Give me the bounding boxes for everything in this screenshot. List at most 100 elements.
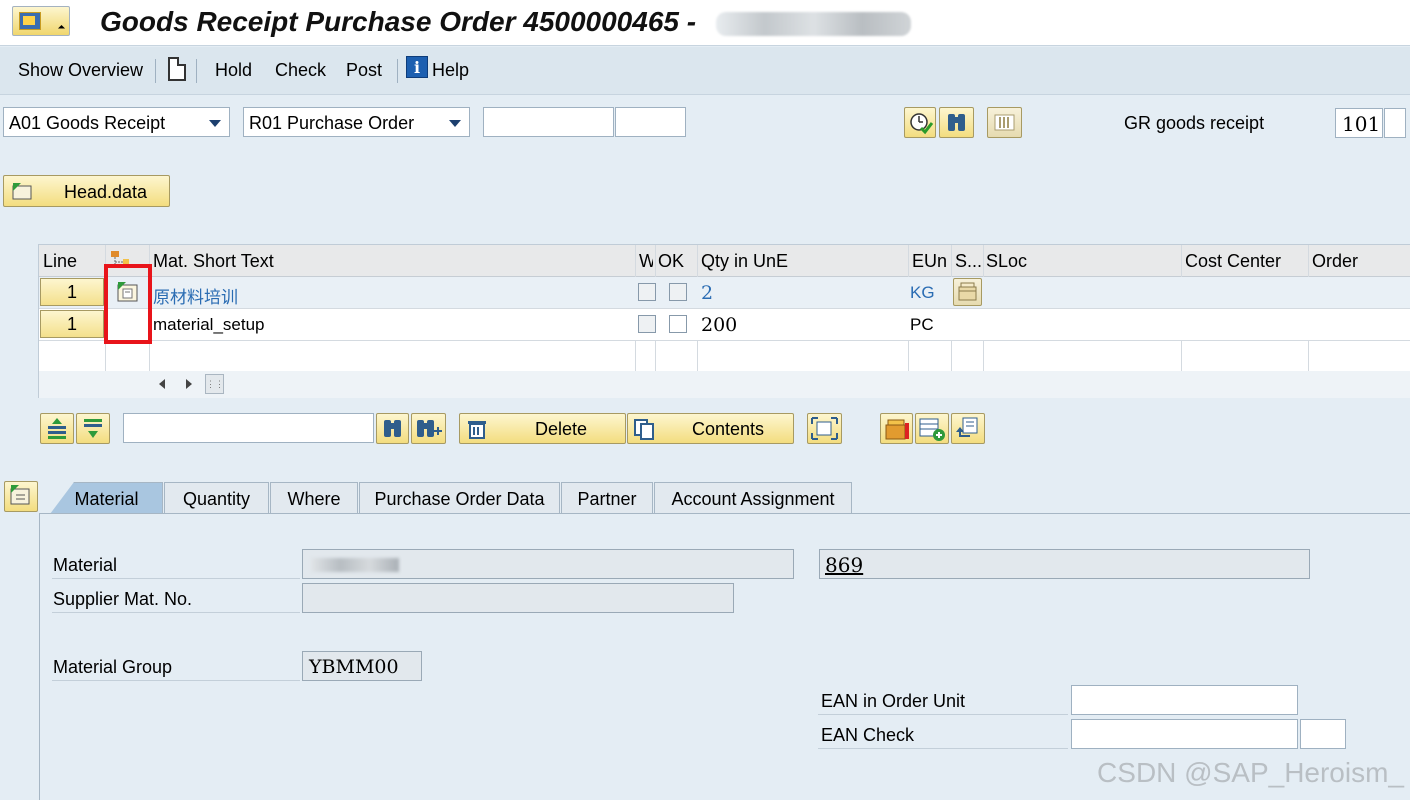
action-select[interactable]: A01 Goods Receipt: [3, 107, 230, 137]
material-group-field: YBMM00: [302, 651, 422, 681]
help-button[interactable]: Help: [432, 60, 469, 81]
table-row: 1 material_setup 200 PC: [39, 309, 1410, 341]
clock-check-icon: [910, 113, 934, 135]
corner-arrow-icon: [57, 24, 66, 33]
watermark: CSDN @SAP_Heroism_: [1097, 757, 1404, 788]
check-button[interactable]: Check: [275, 60, 326, 81]
material-short-text: 原材料培训: [153, 288, 238, 308]
label-underline: [52, 680, 300, 681]
material-short-text: material_setup: [153, 315, 265, 334]
label-underline: [818, 748, 1068, 749]
quantity-value[interactable]: 200: [701, 314, 737, 336]
reference-select[interactable]: R01 Purchase Order: [243, 107, 470, 137]
window-title: Goods Receipt Purchase Order 4500000465 …: [100, 6, 697, 37]
add-row-icon: [919, 418, 945, 441]
ok-checkbox[interactable]: [669, 315, 687, 333]
expand-icon: [48, 418, 66, 439]
show-overview-button[interactable]: Show Overview: [18, 60, 143, 81]
col-cost-center-header[interactable]: Cost Center: [1185, 251, 1281, 272]
reference-document-input[interactable]: [483, 107, 614, 137]
binoculars-plus-icon: [417, 420, 442, 437]
find-button[interactable]: [939, 107, 974, 138]
toolbar-separator: [397, 59, 398, 83]
table-row-empty: [39, 341, 1410, 371]
ean-check-extra-input[interactable]: [1300, 719, 1346, 749]
scroll-left-icon[interactable]: [159, 379, 165, 389]
col-ok-header[interactable]: OK: [658, 251, 684, 272]
redacted-vendor-name: [716, 12, 911, 36]
unit-value[interactable]: PC: [910, 315, 934, 335]
movement-type-input[interactable]: 101: [1335, 108, 1383, 138]
reference-item-input[interactable]: [615, 107, 686, 137]
tab-material[interactable]: Material: [50, 482, 163, 514]
fullscreen-button[interactable]: [807, 413, 842, 444]
tab-purchase-order-data[interactable]: Purchase Order Data: [359, 482, 560, 514]
trash-icon: [468, 421, 486, 439]
stock-type-button[interactable]: [953, 278, 982, 306]
material-group-label: Material Group: [53, 657, 173, 677]
supplier-mat-label: Supplier Mat. No.: [53, 589, 193, 609]
unit-value: KG: [910, 283, 935, 302]
post-button[interactable]: Post: [346, 60, 382, 81]
w-checkbox: [638, 315, 656, 333]
collapse-all-button[interactable]: [76, 413, 110, 444]
col-unit-header[interactable]: EUn: [912, 251, 947, 272]
execute-button[interactable]: [904, 107, 936, 138]
item-search-input[interactable]: [123, 413, 374, 443]
tab-account-assignment[interactable]: Account Assignment: [654, 482, 852, 514]
head-data-button[interactable]: Head.data: [3, 175, 170, 207]
ean-check-input[interactable]: [1071, 719, 1298, 749]
add-item-button[interactable]: [915, 413, 949, 444]
movement-type-label: GR goods receipt: [1124, 113, 1265, 133]
w-checkbox: [638, 283, 656, 301]
copy-icon: [634, 419, 654, 440]
box-icon: [958, 282, 977, 301]
delete-button[interactable]: Delete: [459, 413, 626, 444]
binoculars-icon: [384, 420, 401, 437]
grip-icon[interactable]: ⋮⋮: [205, 374, 224, 394]
ok-checkbox: [669, 283, 687, 301]
tab-quantity[interactable]: Quantity: [164, 482, 269, 514]
info-icon[interactable]: i: [406, 56, 428, 78]
col-stock-header[interactable]: S...: [955, 251, 982, 272]
col-qty-header[interactable]: Qty in UnE: [701, 251, 788, 272]
movement-type-sub-input[interactable]: [1384, 108, 1406, 138]
material-number-field: [302, 549, 794, 579]
head-data-label: Head.data: [64, 182, 148, 202]
line-number-button[interactable]: 1: [40, 278, 104, 306]
line-number-button[interactable]: 1: [40, 310, 104, 338]
label-underline: [52, 578, 300, 579]
find-item-button[interactable]: [376, 413, 409, 444]
scroll-right-icon[interactable]: [186, 379, 192, 389]
detail-toggle-button[interactable]: [4, 481, 38, 512]
find-next-button[interactable]: [411, 413, 446, 444]
new-document-icon[interactable]: [168, 57, 186, 81]
ean-check-label: EAN Check: [821, 725, 915, 745]
hold-button[interactable]: Hold: [215, 60, 252, 81]
col-line-header[interactable]: Line: [43, 251, 77, 272]
warehouse-icon: [885, 419, 909, 440]
expand-header-icon: [12, 183, 32, 200]
supplier-mat-field: [302, 583, 734, 613]
columns-icon: [994, 114, 1015, 131]
layout-button[interactable]: [987, 107, 1022, 138]
expand-arrows-icon: [811, 417, 838, 440]
ean-order-unit-input[interactable]: [1071, 685, 1298, 715]
tab-where[interactable]: Where: [270, 482, 358, 514]
stock-overview-button[interactable]: [880, 413, 913, 444]
expand-all-button[interactable]: [40, 413, 74, 444]
title-bar: Goods Receipt Purchase Order 4500000465 …: [0, 0, 1410, 46]
toolbar-separator: [155, 59, 156, 83]
contents-button[interactable]: Contents: [627, 413, 794, 444]
tab-partner[interactable]: Partner: [561, 482, 653, 514]
transfer-button[interactable]: [951, 413, 985, 444]
menu-icon-inner: [23, 16, 35, 25]
col-order-header[interactable]: Order: [1312, 251, 1358, 272]
col-text-header[interactable]: Mat. Short Text: [153, 251, 274, 272]
menu-button[interactable]: [12, 6, 70, 36]
transfer-icon: [956, 417, 978, 437]
col-w-header[interactable]: W: [639, 251, 653, 272]
horizontal-scrollbar[interactable]: ⋮⋮: [39, 371, 1410, 398]
table-row: 1 原材料培训 2 KG: [39, 277, 1410, 309]
col-sloc-header[interactable]: SLoc: [986, 251, 1027, 272]
